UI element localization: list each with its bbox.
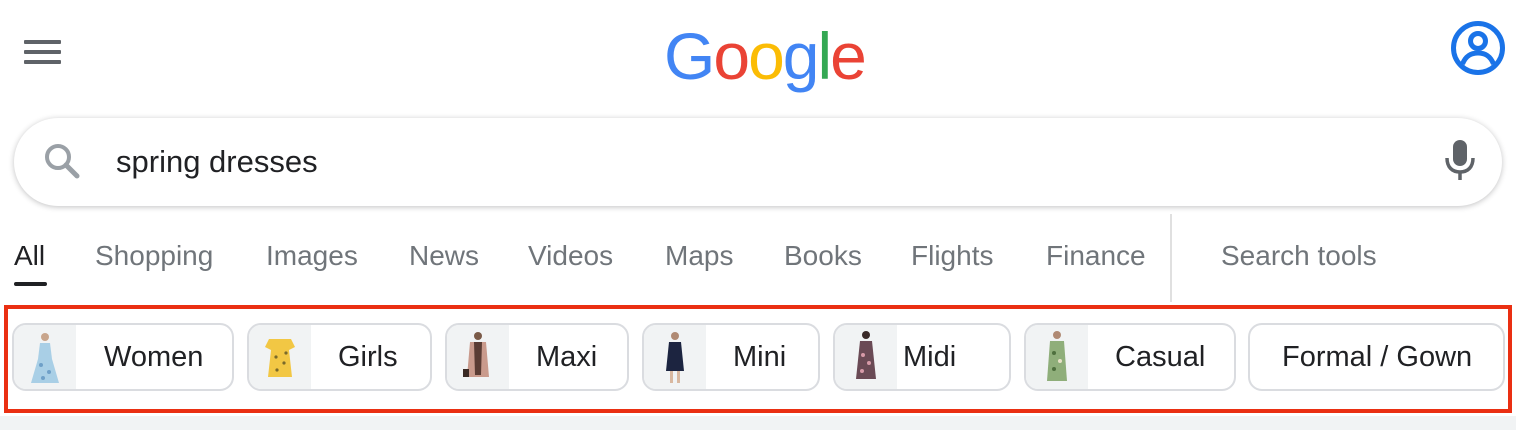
chip-label: Casual xyxy=(1115,341,1206,373)
tab-shopping[interactable]: Shopping xyxy=(95,240,213,272)
microphone-icon[interactable] xyxy=(1442,138,1478,182)
logo-letter: G xyxy=(664,19,715,93)
logo-letter: o xyxy=(748,19,785,93)
chip-midi[interactable]: Midi xyxy=(833,323,1011,391)
chip-thumbnail xyxy=(835,325,897,389)
tab-divider xyxy=(1170,214,1172,302)
chip-thumbnail xyxy=(447,325,509,389)
account-circle-icon[interactable] xyxy=(1450,20,1506,76)
chip-casual[interactable]: Casual xyxy=(1024,323,1236,391)
tab-images[interactable]: Images xyxy=(266,240,358,272)
menu-line xyxy=(24,50,61,54)
tab-news[interactable]: News xyxy=(409,240,479,272)
tab-books[interactable]: Books xyxy=(784,240,862,272)
chip-formal-gown[interactable]: Formal / Gown xyxy=(1248,323,1505,391)
chip-thumbnail xyxy=(249,325,311,389)
hamburger-menu-icon[interactable] xyxy=(24,38,61,66)
chip-label: Girls xyxy=(338,341,398,373)
search-tabs: All Shopping Images News Videos Maps Boo… xyxy=(0,226,1516,296)
logo-letter: l xyxy=(817,19,833,93)
chip-label: Women xyxy=(104,341,204,373)
logo-letter: o xyxy=(713,19,750,93)
logo-letter: e xyxy=(830,19,867,93)
tab-videos[interactable]: Videos xyxy=(528,240,613,272)
tab-all[interactable]: All xyxy=(14,240,45,272)
logo-letter: g xyxy=(782,19,820,93)
chip-label: Formal / Gown xyxy=(1282,341,1473,373)
tab-finance[interactable]: Finance xyxy=(1046,240,1146,272)
search-tools-button[interactable]: Search tools xyxy=(1221,240,1377,272)
google-logo[interactable]: Google xyxy=(664,18,867,94)
menu-line xyxy=(24,40,61,44)
chip-thumbnail xyxy=(14,325,76,389)
tab-maps[interactable]: Maps xyxy=(665,240,733,272)
tab-flights[interactable]: Flights xyxy=(911,240,993,272)
chip-women[interactable]: Women xyxy=(12,323,234,391)
chip-label: Maxi xyxy=(536,341,598,373)
search-icon[interactable] xyxy=(42,141,82,181)
active-tab-indicator xyxy=(14,282,47,286)
menu-line xyxy=(24,60,61,64)
chip-mini[interactable]: Mini xyxy=(642,323,820,391)
chip-maxi[interactable]: Maxi xyxy=(445,323,629,391)
chip-thumbnail xyxy=(1026,325,1088,389)
search-input[interactable] xyxy=(116,140,1396,184)
results-background-strip xyxy=(0,416,1516,430)
chip-label: Mini xyxy=(733,341,787,373)
chip-girls[interactable]: Girls xyxy=(247,323,432,391)
chip-label: Midi xyxy=(903,341,957,373)
chip-thumbnail xyxy=(644,325,706,389)
